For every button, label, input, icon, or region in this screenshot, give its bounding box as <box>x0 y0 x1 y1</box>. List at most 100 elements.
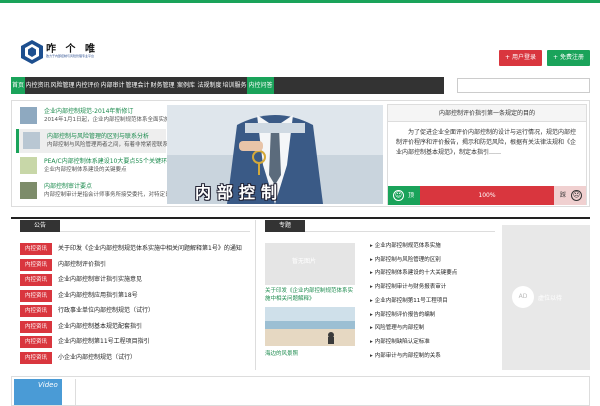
column-separator <box>255 220 256 370</box>
ad-placeholder[interactable]: AD 虚位以待 <box>502 225 590 370</box>
news-title[interactable]: 企业内部控制规范-2014年新修订 <box>44 106 168 115</box>
nav-item[interactable]: 内部审计 <box>100 77 125 94</box>
featured-banner[interactable]: 内部控制 <box>167 105 383 204</box>
topic-text[interactable]: 内部控制体系建设的十大关键要点 <box>375 270 458 276</box>
section-line-left <box>60 231 250 232</box>
placeholder-label: 暂无图片 <box>292 258 317 265</box>
vote-title: 内部控制评价指引第一条规定的目的 <box>388 105 586 122</box>
login-button[interactable]: + 用户登录 <box>499 50 542 66</box>
topic-text[interactable]: 内部控制审计与财务报表审计 <box>375 284 447 290</box>
list-item-text[interactable]: 关于印发《企业内部控制规范体系实施中相关问题解释第1号》的通知 <box>58 243 242 255</box>
category-tag[interactable]: 内控资讯 <box>20 243 52 255</box>
placeholder-image[interactable]: 暂无图片 <box>265 243 355 285</box>
image-caption-1[interactable]: 关于印发《企业内部控制规范体系实施中相关问题解释》 <box>265 287 357 303</box>
list-item-text[interactable]: 企业内部控制第11号工程项目指引 <box>58 336 150 348</box>
news-title[interactable]: PEA/C内部控制体系建设10大要点55个关键环节 <box>44 156 168 165</box>
news-item[interactable]: PEA/C内部控制体系建设10大要点55个关键环节 企业内部控制体系建设的关键要点 <box>16 154 168 178</box>
list-item[interactable]: 内控资讯 企业内部控制审计指引实施意见 <box>20 274 260 286</box>
list-item-text[interactable]: 企业内部控制应用指引第18号 <box>58 290 138 302</box>
nav-item[interactable]: 案例库 <box>175 77 197 94</box>
nav-item[interactable]: 培训服务 <box>222 77 247 94</box>
topic-text[interactable]: 内部控制与风险管理的区别 <box>375 257 441 263</box>
news-item[interactable]: 内部控制审计要点 内部控制审计是指会计师事务所接受委托，对特定日期 <box>16 179 168 203</box>
list-item[interactable]: 内控资讯 小企业内部控制规范（试行） <box>20 351 260 364</box>
list-item-text[interactable]: 行政事业单位内部控制规范（试行） <box>58 305 154 317</box>
topic-text[interactable]: 企业内部控制规范体系实施 <box>375 243 441 249</box>
topic-text[interactable]: 风险管理与内部控制 <box>375 325 425 331</box>
topic-item[interactable]: ▸ 内部审计与内部控制的关系 <box>370 350 495 363</box>
category-tag[interactable]: 内控资讯 <box>20 305 52 317</box>
nav-item[interactable]: 首页 <box>11 77 25 94</box>
news-desc: 企业内部控制体系建设的关键要点 <box>44 167 127 173</box>
site-logo[interactable]: 咋 个 唯 致力于内部控制与风险管理专业平台 <box>20 37 95 71</box>
topic-text[interactable]: 内部控制评价报告的编制 <box>375 312 436 318</box>
news-item[interactable]: 内部控制与风险管理的区别与联系分析 内部控制与风险管理两者之间，有着非常紧密联系 <box>16 129 168 153</box>
arrow-icon: ▸ <box>370 243 373 249</box>
nav-item[interactable]: 内控问答 <box>247 77 274 94</box>
arrow-icon: ▸ <box>370 270 373 277</box>
beach-photo <box>265 307 355 346</box>
list-item-text[interactable]: 内部控制评价指引 <box>58 259 106 271</box>
nav-item[interactable]: 风险管理 <box>50 77 75 94</box>
search-input[interactable] <box>457 78 590 93</box>
section-title-left[interactable]: 公告 <box>20 220 60 232</box>
list-item-text[interactable]: 企业内部控制基本规范配套指引 <box>58 321 142 333</box>
video-thumbnail[interactable]: Video <box>14 379 62 405</box>
section-title-right[interactable]: 专题 <box>265 220 305 232</box>
image-caption-2[interactable]: 海边的风景照 <box>265 349 298 357</box>
vote-down-label: 踩 <box>560 192 567 199</box>
category-tag[interactable]: 内控资讯 <box>20 258 52 271</box>
category-tag[interactable]: 内控资讯 <box>20 274 52 286</box>
vote-bar: ☺ 顶 100% 踩 ☹ <box>388 186 586 205</box>
list-item[interactable]: 内控资讯 企业内部控制基本规范配套指引 <box>20 320 260 333</box>
category-tag[interactable]: 内控资讯 <box>20 320 52 333</box>
ad-text: 虚位以待 <box>538 295 563 302</box>
video-label: Video <box>38 381 58 389</box>
vote-up-button[interactable]: ☺ 顶 <box>388 186 420 205</box>
video-separator <box>75 379 76 405</box>
topic-item[interactable]: ▸ 内部控制与风险管理的区别 <box>370 254 495 267</box>
list-item-text[interactable]: 小企业内部控制规范（试行） <box>58 352 136 364</box>
register-button[interactable]: + 免费注册 <box>547 50 590 66</box>
nav-item[interactable]: 内控资讯 <box>25 77 50 94</box>
featured-box: 企业内部控制规范-2014年新修订 2014年1月1日起，企业内部控制规范体系全面… <box>11 100 590 207</box>
list-item[interactable]: 内控资讯 企业内部控制应用指引第18号 <box>20 289 260 302</box>
vote-percent: 100% <box>420 186 554 205</box>
nav-item[interactable]: 法规制度 <box>197 77 222 94</box>
arrow-icon: ▸ <box>370 338 373 345</box>
list-item[interactable]: 内控资讯 关于印发《企业内部控制规范体系实施中相关问题解释第1号》的通知 <box>20 243 260 255</box>
category-tag[interactable]: 内控资讯 <box>20 289 52 302</box>
arrow-icon: ▸ <box>370 284 373 291</box>
beach-image[interactable] <box>265 307 355 346</box>
topic-item[interactable]: ▸ 内部控制评价报告的编制 <box>370 309 495 322</box>
category-tag[interactable]: 内控资讯 <box>20 336 52 348</box>
list-item[interactable]: 内控资讯 行政事业单位内部控制规范（试行） <box>20 305 260 317</box>
nav-item[interactable]: 管理会计 <box>125 77 150 94</box>
category-tag[interactable]: 内控资讯 <box>20 351 52 364</box>
topic-text[interactable]: 内部控制缺陷认定标准 <box>375 339 430 345</box>
news-title[interactable]: 内部控制与风险管理的区别与联系分析 <box>47 131 171 140</box>
topic-item[interactable]: ▸ 风险管理与内部控制 <box>370 322 495 335</box>
topic-item[interactable]: ▸ 企业内部控制规范体系实施 <box>370 240 495 253</box>
topic-item[interactable]: ▸ 内部控制缺陷认定标准 <box>370 336 495 349</box>
topic-text[interactable]: 内部审计与内部控制的关系 <box>375 353 441 359</box>
list-item[interactable]: 内控资讯 内部控制评价指引 <box>20 258 260 271</box>
main-nav: 首页 内控资讯 风险管理 内控评价 内部审计 管理会计 财务管理 案例库 法规制度 培训服务 内控问… <box>11 77 444 94</box>
news-item[interactable]: 企业内部控制规范-2014年新修订 2014年1月1日起，企业内部控制规范体系全面… <box>16 104 168 128</box>
vote-up-label: 顶 <box>408 192 415 199</box>
section-divider <box>11 217 590 219</box>
topic-item[interactable]: ▸ 内部控制体系建设的十大关键要点 <box>370 267 495 280</box>
topic-text[interactable]: 企业内部控制第11号工程项目 <box>375 298 448 304</box>
list-item[interactable]: 内控资讯 企业内部控制第11号工程项目指引 <box>20 336 260 348</box>
vote-body: 为了促进企业全面评价内部控制的设计与运行情况，规范内部控制评价程序和评价报告，揭… <box>396 129 577 156</box>
banner-caption: 内部控制 <box>195 183 284 202</box>
nav-item[interactable]: 财务管理 <box>150 77 175 94</box>
vote-down-button[interactable]: 踩 ☹ <box>554 186 586 205</box>
topic-item[interactable]: ▸ 内部控制审计与财务报表审计 <box>370 281 495 294</box>
list-item-text[interactable]: 企业内部控制审计指引实施意见 <box>58 274 142 286</box>
vote-panel: 内部控制评价指引第一条规定的目的 为了促进企业全面评价内部控制的设计与运行情况，… <box>387 104 587 205</box>
news-title[interactable]: 内部控制审计要点 <box>44 181 168 190</box>
video-box: Video <box>11 376 590 406</box>
topic-item[interactable]: ▸ 企业内部控制第11号工程项目 <box>370 295 495 308</box>
nav-item[interactable]: 内控评价 <box>75 77 100 94</box>
